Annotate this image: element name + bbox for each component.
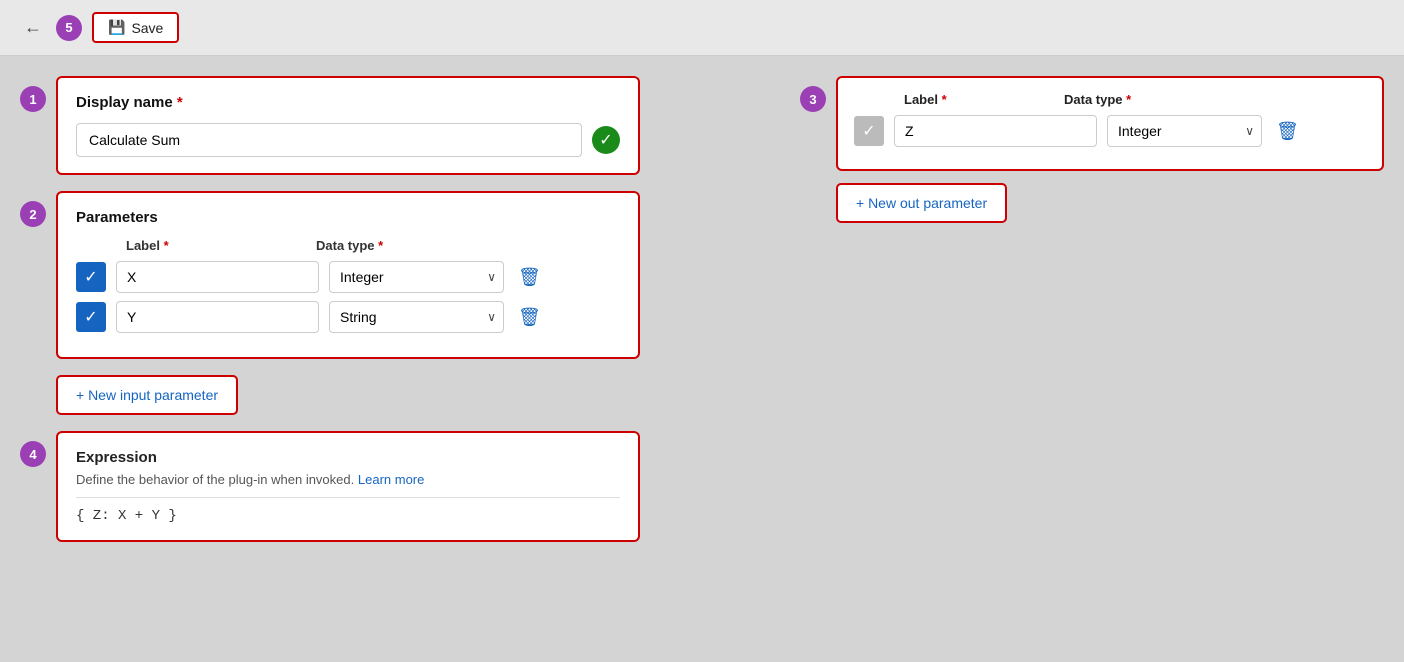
param-checkbox-y[interactable]: ✓: [76, 302, 106, 332]
out-label-col-header: Label *: [904, 92, 1054, 107]
step-5-badge: 5: [56, 15, 82, 41]
expression-card: Expression Define the behavior of the pl…: [56, 431, 640, 542]
parameters-section: 2 Parameters Label * Data type *: [20, 191, 640, 359]
display-name-input[interactable]: [76, 123, 582, 157]
step-3-badge: 3: [800, 86, 826, 112]
display-name-row: ✓: [76, 123, 620, 157]
save-button[interactable]: 💾 Save: [92, 12, 179, 43]
required-star-1: *: [177, 94, 183, 111]
delete-param-x-button[interactable]: 🗑: [514, 263, 545, 292]
out-param-type-z[interactable]: Integer String: [1107, 115, 1262, 147]
required-star-out-label: *: [942, 92, 947, 107]
step-4-badge: 4: [20, 441, 46, 467]
new-input-param-wrapper: + New input parameter: [20, 375, 640, 415]
new-out-param-button[interactable]: + New out parameter: [836, 183, 1007, 223]
param-label-y[interactable]: [116, 301, 319, 333]
param-row-y: ✓ Integer String Boolean Float ∨ 🗑: [76, 301, 620, 333]
param-label-x[interactable]: [116, 261, 319, 293]
type-col-header: Data type *: [316, 238, 491, 253]
delete-param-y-button[interactable]: 🗑: [514, 303, 545, 332]
out-param-row-z: ✓ Integer String ∨ 🗑: [854, 115, 1366, 147]
out-type-col-header: Data type *: [1064, 92, 1219, 107]
out-param-label-z[interactable]: [894, 115, 1097, 147]
required-star-label: *: [164, 238, 169, 253]
left-column: 1 Display name * ✓ 2 Parameters: [20, 76, 640, 542]
param-type-x[interactable]: Integer String Boolean Float: [329, 261, 504, 293]
toolbar: ← 5 💾 Save: [0, 0, 1404, 56]
step-2-badge: 2: [20, 201, 46, 227]
params-header: Label * Data type *: [76, 238, 620, 253]
valid-indicator: ✓: [592, 126, 620, 154]
expression-code: { Z: X + Y }: [76, 497, 620, 524]
back-button[interactable]: ←: [20, 13, 46, 42]
save-label: Save: [131, 20, 163, 36]
save-icon: 💾: [108, 19, 125, 36]
out-params-header: Label * Data type *: [854, 92, 1366, 107]
required-star-out-type: *: [1126, 92, 1131, 107]
label-col-header: Label *: [126, 238, 306, 253]
expression-description: Define the behavior of the plug-in when …: [76, 472, 620, 487]
expression-title: Expression: [76, 449, 620, 466]
expression-section: 4 Expression Define the behavior of the …: [20, 431, 640, 542]
param-type-y[interactable]: Integer String Boolean Float: [329, 301, 504, 333]
out-param-checkbox-z[interactable]: ✓: [854, 116, 884, 146]
delete-out-param-z-button[interactable]: 🗑: [1272, 117, 1303, 146]
parameters-title: Parameters: [76, 209, 620, 226]
param-checkbox-x[interactable]: ✓: [76, 262, 106, 292]
out-parameters-section: 3 Label * Data type *: [800, 76, 1384, 223]
new-input-param-button[interactable]: + New input parameter: [56, 375, 238, 415]
right-column: 3 Label * Data type *: [640, 76, 1384, 542]
required-star-type: *: [378, 238, 383, 253]
out-param-type-z-wrapper: Integer String ∨: [1107, 115, 1262, 147]
step-1-badge: 1: [20, 86, 46, 112]
main-content: 1 Display name * ✓ 2 Parameters: [0, 56, 1404, 562]
display-name-title: Display name *: [76, 94, 620, 111]
param-row-x: ✓ Integer String Boolean Float ∨ 🗑: [76, 261, 620, 293]
learn-more-link[interactable]: Learn more: [358, 472, 424, 487]
param-type-x-wrapper: Integer String Boolean Float ∨: [329, 261, 504, 293]
parameters-card: Parameters Label * Data type * ✓: [56, 191, 640, 359]
display-name-card: Display name * ✓: [56, 76, 640, 175]
out-parameters-card: Label * Data type * ✓: [836, 76, 1384, 171]
param-type-y-wrapper: Integer String Boolean Float ∨: [329, 301, 504, 333]
display-name-section: 1 Display name * ✓: [20, 76, 640, 175]
